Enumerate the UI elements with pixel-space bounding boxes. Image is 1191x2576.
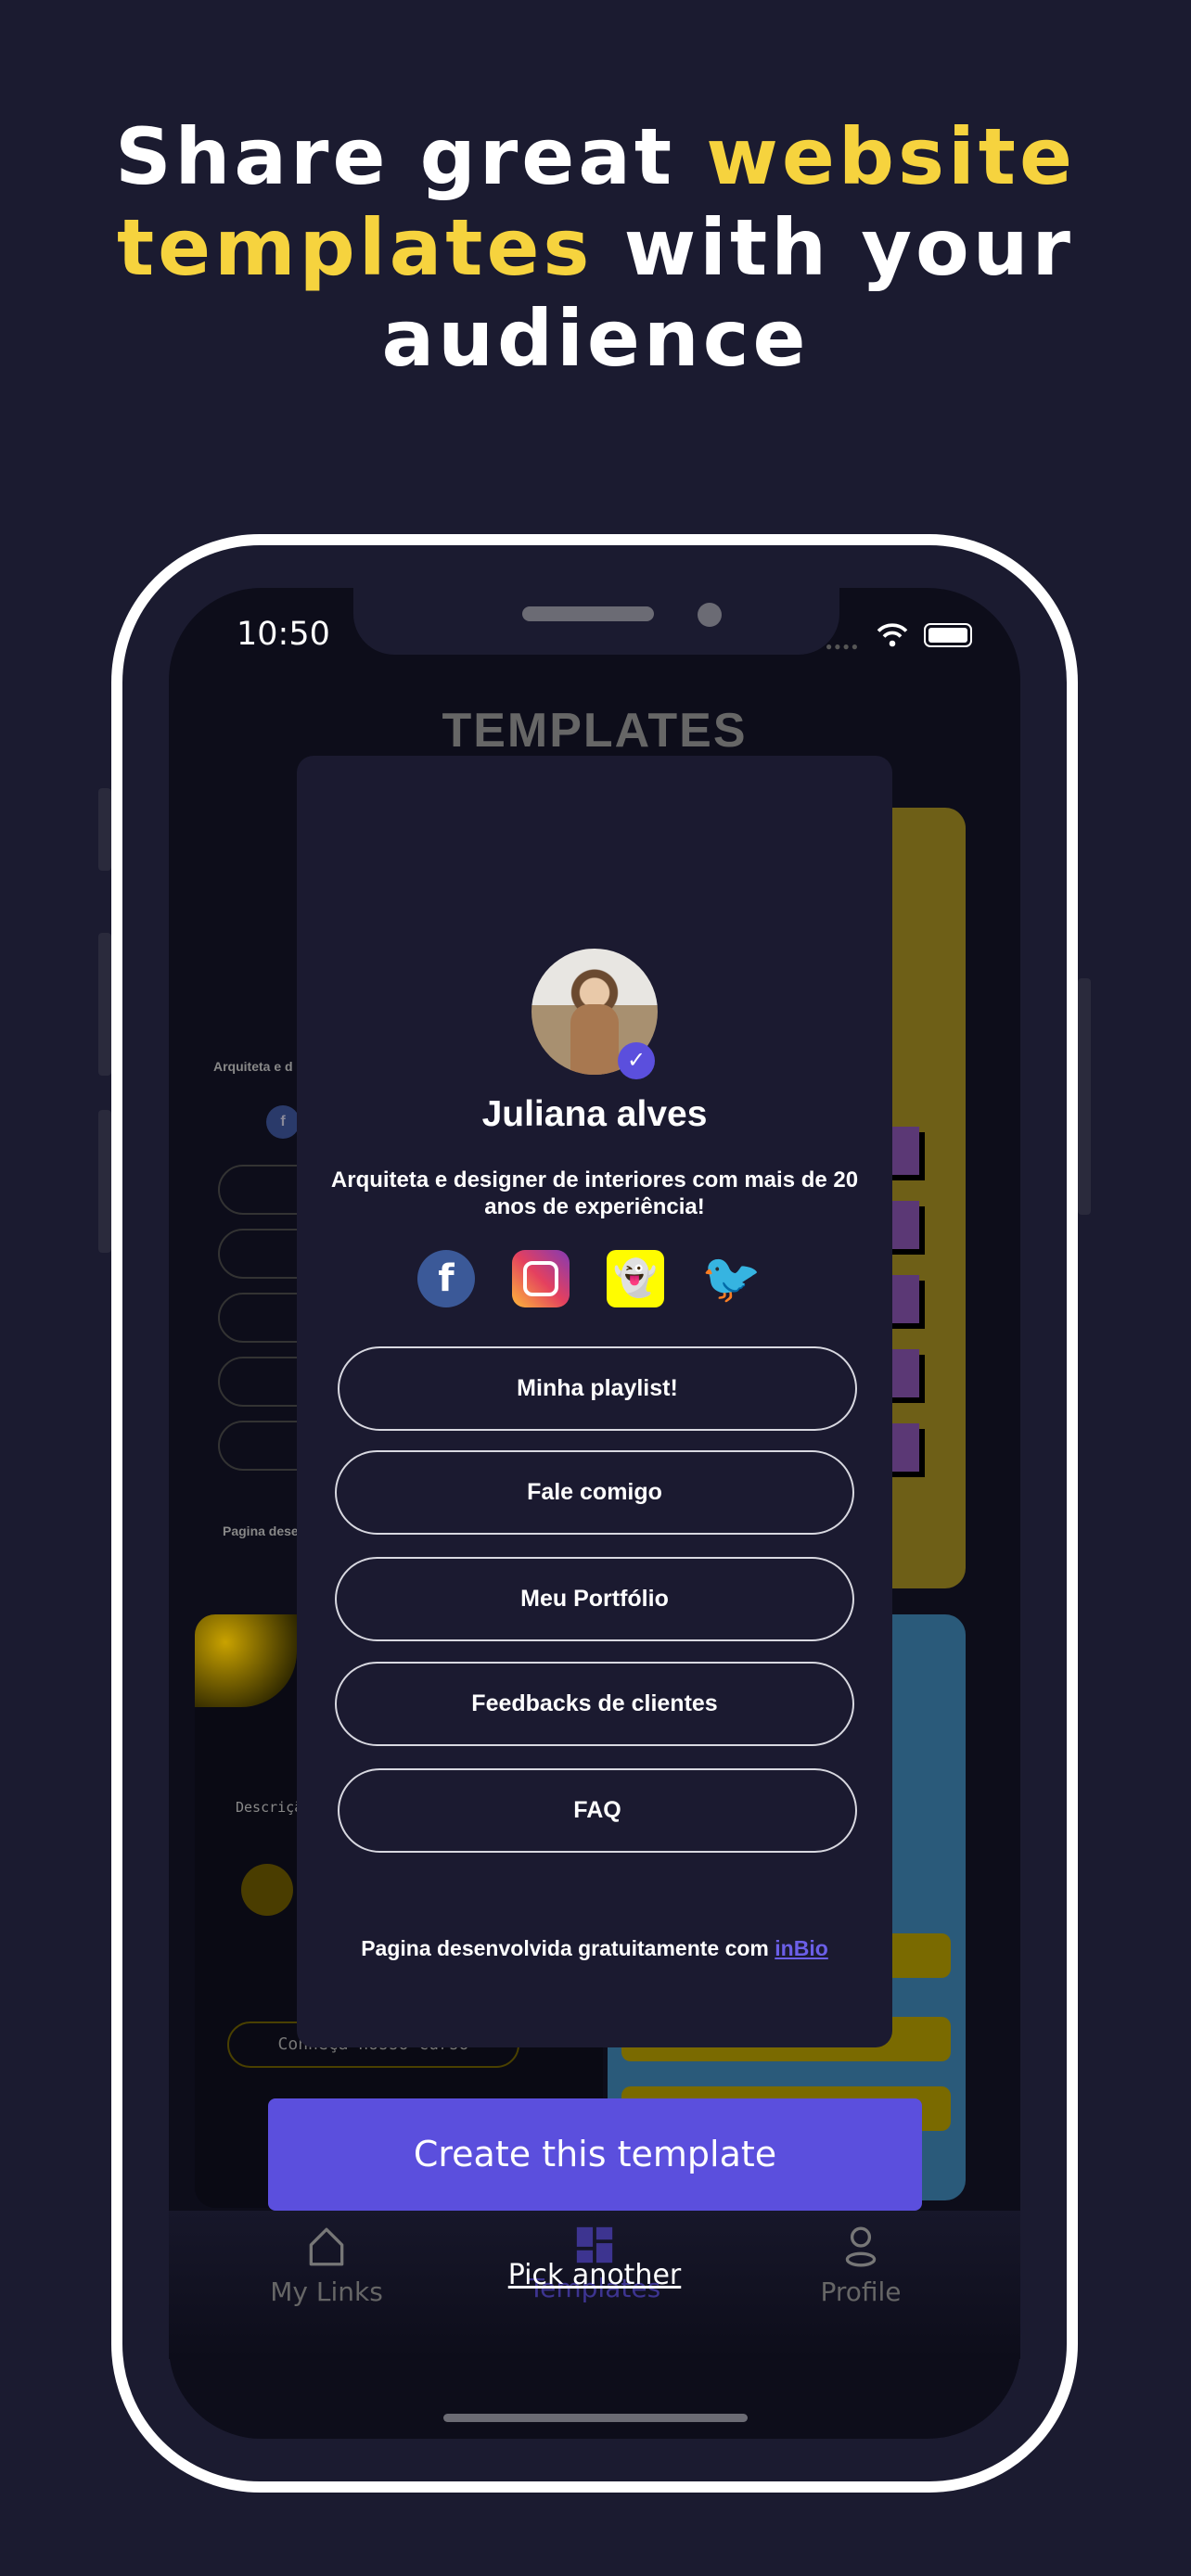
speaker xyxy=(522,606,654,621)
tab-my-links[interactable]: My Links xyxy=(234,2224,419,2307)
headline-text: with your xyxy=(593,202,1074,293)
bg-facebook-icon: f xyxy=(266,1105,300,1139)
footer-text: Pagina desenvolvida gratuitamente com xyxy=(361,1936,775,1960)
tab-profile[interactable]: Profile xyxy=(768,2224,954,2307)
profile-bio: Arquiteta e designer de interiores com m… xyxy=(330,1167,859,1219)
link-button[interactable]: Minha playlist! xyxy=(338,1346,857,1431)
bg-template-bio: Arquiteta e d xyxy=(213,1059,293,1074)
headline: Share great website templates with your … xyxy=(0,111,1191,384)
tab-label: Profile xyxy=(820,2276,902,2307)
instagram-icon[interactable] xyxy=(512,1250,570,1307)
link-button[interactable]: Feedbacks de clientes xyxy=(335,1662,854,1746)
screen-title: TEMPLATES xyxy=(442,704,748,758)
camera xyxy=(698,603,722,627)
pick-another-link[interactable]: Pick another xyxy=(502,2259,687,2291)
profile-icon xyxy=(845,2226,877,2267)
battery-icon xyxy=(924,623,972,647)
inbio-link[interactable]: inBio xyxy=(775,1936,828,1960)
twitter-icon[interactable]: 🐦 xyxy=(701,1250,762,1307)
notch xyxy=(353,588,839,655)
tab-label: My Links xyxy=(270,2276,383,2307)
phone-volume-down xyxy=(98,1110,111,1253)
link-button[interactable]: Meu Portfólio xyxy=(335,1557,854,1641)
profile-name: Juliana alves xyxy=(481,1094,708,1134)
facebook-icon[interactable]: f xyxy=(417,1250,475,1307)
bg-snapchat-icon xyxy=(241,1864,293,1916)
status-time: 10:50 xyxy=(237,616,330,653)
phone-silent-switch xyxy=(98,788,111,871)
headline-highlight: templates xyxy=(117,202,594,293)
wifi-icon xyxy=(877,623,908,647)
bg-template-desc: Descriçã seu per xyxy=(236,1799,301,1816)
bg-template-footer: Pagina dese xyxy=(223,1524,299,1538)
create-template-button[interactable]: Create this template xyxy=(268,2098,922,2211)
snapchat-icon[interactable]: 👻 xyxy=(607,1250,664,1307)
phone-volume-up xyxy=(98,933,111,1076)
link-button[interactable]: FAQ xyxy=(338,1768,857,1853)
preview-footer: Pagina desenvolvida gratuitamente com in… xyxy=(297,1936,892,1961)
signal-icon: ●●●● xyxy=(826,640,860,653)
headline-text: Share great xyxy=(115,111,707,202)
phone-power-button xyxy=(1078,978,1091,1215)
headline-highlight: website xyxy=(706,111,1076,202)
home-icon xyxy=(309,2227,344,2266)
verified-badge-icon: ✓ xyxy=(618,1042,655,1079)
link-button[interactable]: Fale comigo xyxy=(335,1450,854,1535)
headline-text: audience xyxy=(381,293,810,384)
home-indicator[interactable] xyxy=(443,2414,748,2422)
